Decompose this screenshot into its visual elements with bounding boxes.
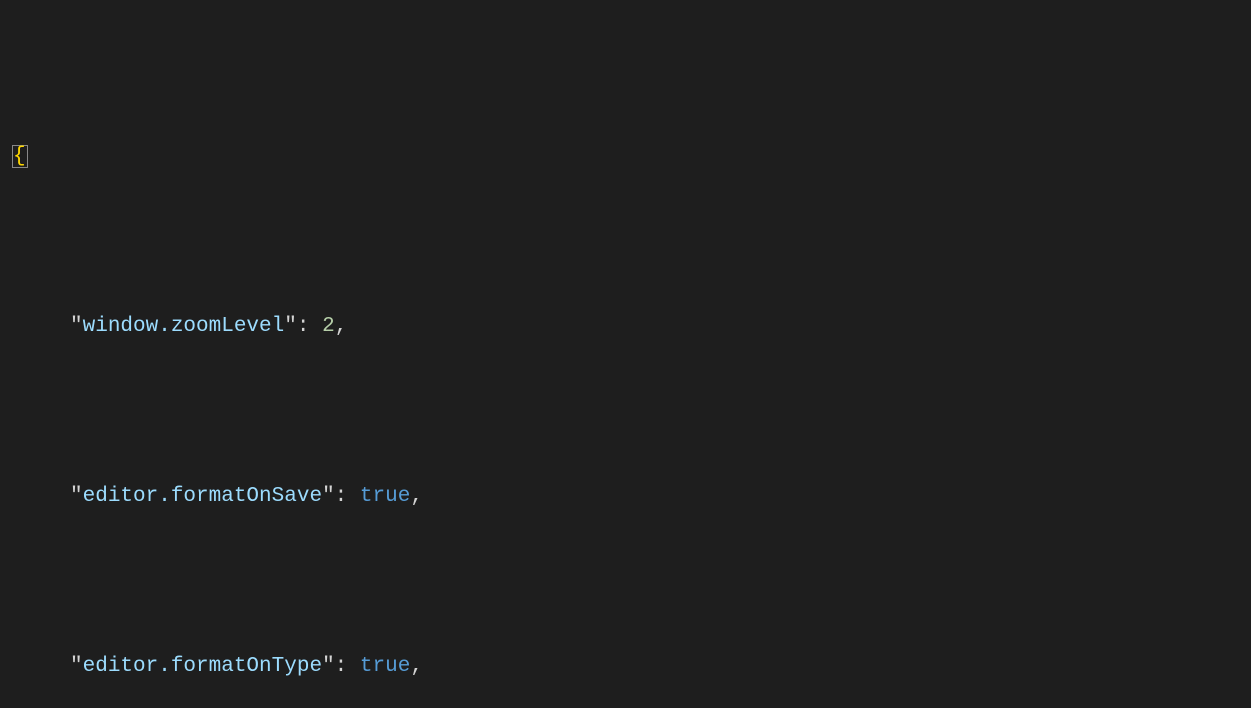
colon: :	[297, 315, 322, 338]
colon: :	[335, 655, 360, 678]
comma: ,	[410, 655, 423, 678]
code-line[interactable]: "editor.formatOnSave": true,	[0, 480, 1251, 514]
json-key: "editor.formatOnType"	[70, 655, 335, 678]
json-value-boolean: true	[360, 655, 410, 678]
json-key: "window.zoomLevel"	[70, 315, 297, 338]
comma: ,	[335, 315, 348, 338]
code-editor[interactable]: { "window.zoomLevel": 2, "editor.formatO…	[0, 0, 1251, 708]
code-line[interactable]: "window.zoomLevel": 2,	[0, 310, 1251, 344]
colon: :	[335, 485, 360, 508]
comma: ,	[410, 485, 423, 508]
json-value-boolean: true	[360, 485, 410, 508]
matched-bracket-open: {	[12, 145, 28, 168]
code-line[interactable]: "editor.formatOnType": true,	[0, 650, 1251, 684]
json-value-number: 2	[322, 315, 335, 338]
code-line-open-brace[interactable]: {	[0, 140, 1251, 174]
json-key: "editor.formatOnSave"	[70, 485, 335, 508]
